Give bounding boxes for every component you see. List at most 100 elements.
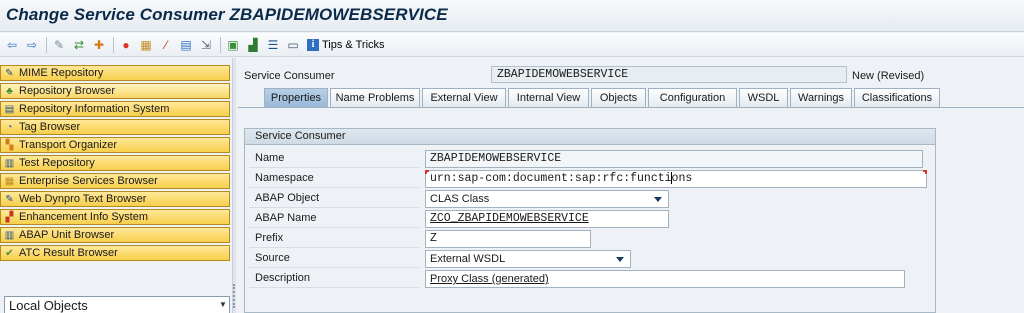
namespace-row: Namespace urn:sap-com:document:sap:rfc:f… <box>249 169 933 189</box>
object-list-icon[interactable]: ▦ <box>138 37 154 53</box>
abap-unit-icon: ▥ <box>4 229 15 241</box>
nav-item-label: Repository Information System <box>19 103 170 115</box>
prefix-input[interactable]: Z <box>425 230 591 248</box>
splitter-grip[interactable] <box>233 284 236 308</box>
toolbar-separator <box>46 36 47 53</box>
pane-splitter[interactable] <box>232 58 236 313</box>
nav-item-web-dynpro-text-browser[interactable]: ✎ Web Dynpro Text Browser <box>0 191 230 207</box>
source-value: External WSDL <box>430 253 506 265</box>
name-field: ZBAPIDEMOWEBSERVICE <box>425 150 923 168</box>
required-marker <box>425 170 429 174</box>
chevron-down-icon[interactable]: ▼ <box>218 298 228 312</box>
nav-item-abap-unit-browser[interactable]: ▥ ABAP Unit Browser <box>0 227 230 243</box>
namespace-label: Namespace <box>249 169 419 188</box>
atc-icon: ✔ <box>5 247 14 259</box>
nav-item-repository-information-system[interactable]: ▤ Repository Information System <box>0 101 230 117</box>
tab-external-view[interactable]: External View <box>422 88 506 107</box>
nav-item-label: Web Dynpro Text Browser <box>19 193 147 205</box>
nav-item-mime-repository[interactable]: ✎ MIME Repository <box>0 65 230 81</box>
title-bar: Change Service Consumer ZBAPIDEMOWEBSERV… <box>0 0 1024 32</box>
chevron-down-icon[interactable] <box>654 197 662 202</box>
forward-arrow-icon[interactable]: ⇨ <box>24 37 40 53</box>
nav-item-label: Enhancement Info System <box>19 211 149 223</box>
window-icon[interactable]: ▭ <box>285 37 301 53</box>
tab-wsdl[interactable]: WSDL <box>739 88 788 107</box>
application-toolbar: ⇦ ⇨ ✎ ⇄ ✚ ● ▦ ⁄ ▤ ⇲ ▣ ▟ ☰ ▭ i Tips & Tri… <box>0 33 1024 57</box>
tab-classifications[interactable]: Classifications <box>854 88 940 107</box>
service-consumer-label: Service Consumer <box>244 70 335 82</box>
repository-info-icon: ▤ <box>4 103 15 115</box>
nav-item-repository-browser[interactable]: ♣ Repository Browser <box>0 83 230 99</box>
tab-configuration[interactable]: Configuration <box>648 88 737 107</box>
nav-item-atc-result-browser[interactable]: ✔ ATC Result Browser <box>0 245 230 261</box>
activate-icon[interactable]: ✚ <box>91 37 107 53</box>
abap-object-dropdown[interactable]: CLAS Class <box>425 190 669 208</box>
test-icon[interactable]: ⁄ <box>158 37 174 53</box>
abap-name-value: ZCO_ZBAPIDEMOWEBSERVICE <box>430 212 589 225</box>
group-title: Service Consumer <box>245 129 935 145</box>
nav-item-label: Test Repository <box>19 157 95 169</box>
nav-item-test-repository[interactable]: ▥ Test Repository <box>0 155 230 171</box>
object-selector-dropdown[interactable]: Local Objects ▼ <box>4 296 230 313</box>
prefix-value: Z <box>430 232 437 245</box>
status-label: New (Revised) <box>852 70 925 82</box>
toolbar-separator <box>113 36 114 53</box>
toolbar-separator <box>220 36 221 53</box>
tab-properties[interactable]: Properties <box>264 88 328 107</box>
nav-item-label: Tag Browser <box>19 121 81 133</box>
tips-and-tricks-label: Tips & Tricks <box>322 38 385 51</box>
tab-warnings[interactable]: Warnings <box>790 88 852 107</box>
source-row: Source External WSDL <box>249 249 933 269</box>
description-input[interactable]: Proxy Class (generated) <box>425 270 905 288</box>
chevron-down-icon[interactable] <box>616 257 624 262</box>
list-icon[interactable]: ☰ <box>265 37 281 53</box>
nav-item-label: Transport Organizer <box>19 139 118 151</box>
tab-strip: Properties Name Problems External View I… <box>264 88 942 107</box>
where-used-icon[interactable]: ● <box>118 37 134 53</box>
nav-item-label: Repository Browser <box>19 85 115 97</box>
enterprise-services-icon: ▦ <box>4 175 15 187</box>
service-consumer-value: ZBAPIDEMOWEBSERVICE <box>491 66 847 83</box>
description-label: Description <box>249 269 419 288</box>
nav-item-label: Enterprise Services Browser <box>19 175 158 187</box>
info-icon: i <box>307 38 319 51</box>
mime-icon: ✎ <box>5 67 14 79</box>
nav-item-enterprise-services-browser[interactable]: ▦ Enterprise Services Browser <box>0 173 230 189</box>
description-value: Proxy Class (generated) <box>430 273 549 285</box>
tab-internal-view[interactable]: Internal View <box>508 88 589 107</box>
back-arrow-icon[interactable]: ⇦ <box>4 37 20 53</box>
editor-pane: Service Consumer ZBAPIDEMOWEBSERVICE New… <box>238 58 1024 313</box>
transport-icon: ▚ <box>5 139 14 151</box>
name-value: ZBAPIDEMOWEBSERVICE <box>430 152 562 165</box>
nav-item-tag-browser[interactable]: ◔ Tag Browser <box>0 119 230 135</box>
frame-icon[interactable]: ▟ <box>245 37 261 53</box>
abap-object-label: ABAP Object <box>249 189 419 208</box>
nav-item-label: ATC Result Browser <box>19 247 118 259</box>
required-marker <box>923 170 927 174</box>
hierarchy-icon[interactable]: ⇲ <box>198 37 214 53</box>
namespace-input[interactable]: urn:sap-com:document:sap:rfc:functions <box>425 170 927 188</box>
tag-icon: ◔ <box>6 121 13 133</box>
source-dropdown[interactable]: External WSDL <box>425 250 631 268</box>
abap-name-input[interactable]: ZCO_ZBAPIDEMOWEBSERVICE <box>425 210 669 228</box>
tab-objects[interactable]: Objects <box>591 88 646 107</box>
abap-name-row: ABAP Name ZCO_ZBAPIDEMOWEBSERVICE <box>249 209 933 229</box>
tips-and-tricks-button[interactable]: i Tips & Tricks <box>307 38 385 51</box>
repository-browser-icon: ♣ <box>6 85 13 97</box>
tab-name-problems[interactable]: Name Problems <box>330 88 420 107</box>
tab-divider <box>238 107 1024 108</box>
namespace-value-end: ons <box>671 172 693 185</box>
other-object-icon[interactable]: ✎ <box>51 37 67 53</box>
window-title: Change Service Consumer ZBAPIDEMOWEBSERV… <box>6 5 448 24</box>
abap-name-label: ABAP Name <box>249 209 419 228</box>
display-change-icon[interactable]: ⇄ <box>71 37 87 53</box>
layout-icon[interactable]: ▣ <box>225 37 241 53</box>
navigation-window-icon[interactable]: ▤ <box>178 37 194 53</box>
service-consumer-group: Service Consumer Name ZBAPIDEMOWEBSERVIC… <box>244 128 936 313</box>
source-label: Source <box>249 249 419 268</box>
prefix-row: Prefix Z <box>249 229 933 249</box>
nav-item-enhancement-info-system[interactable]: ▞ Enhancement Info System <box>0 209 230 225</box>
nav-item-transport-organizer[interactable]: ▚ Transport Organizer <box>0 137 230 153</box>
name-label: Name <box>249 149 419 168</box>
nav-item-label: MIME Repository <box>19 67 104 79</box>
